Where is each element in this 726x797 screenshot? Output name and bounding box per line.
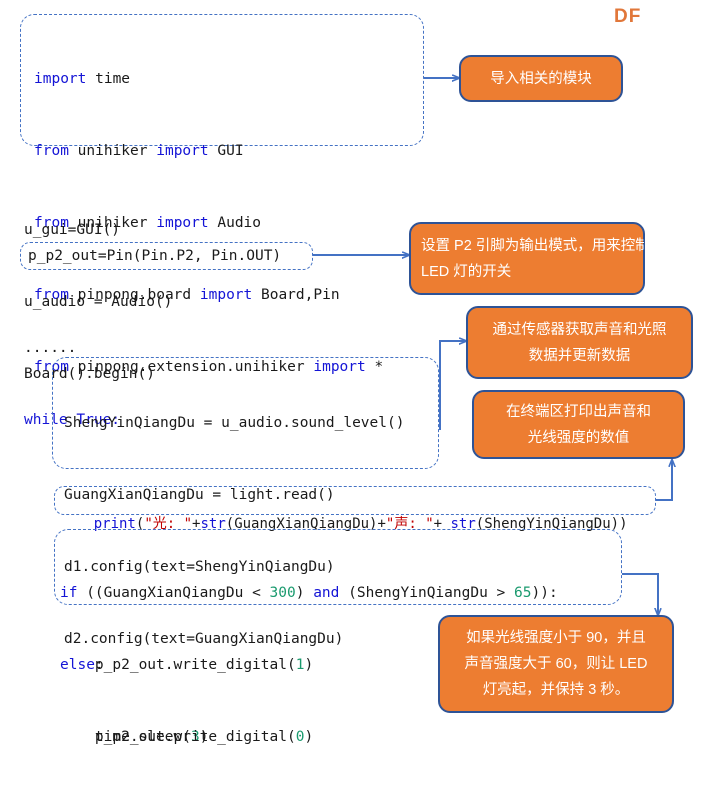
callout-line: 灯亮起，并保持 3 秒。 <box>482 682 630 698</box>
if-threshold-sound: 65 <box>514 585 532 601</box>
close-paren: ) <box>304 729 314 745</box>
arrow-print <box>656 460 672 501</box>
if-expr-c: (ShengYinQiangDu > <box>339 585 515 601</box>
p2-code-line: p_p2_out=Pin(Pin.P2, Pin.OUT) <box>28 248 282 264</box>
callout-line: 通过传感器获取声音和光照 <box>492 321 667 338</box>
df-logo: DF <box>614 6 642 27</box>
callout-line: 设置 P2 引脚为输出模式，用来控制 <box>421 237 650 254</box>
callout-line: 光线强度的数值 <box>527 429 630 446</box>
callout-led-condition: 如果光线强度小于 90，并且 声音强度大于 60，则让 LED 灯亮起，并保持 … <box>438 615 674 713</box>
callout-line: 在终端区打印出声音和 <box>506 403 651 420</box>
code-line: from unihiker import GUI <box>34 143 244 159</box>
if-expr-b: ) <box>295 585 314 601</box>
callout-p2-output-mode: 设置 P2 引脚为输出模式，用来控制 LED 灯的开关 <box>409 222 650 295</box>
code-line: if ((GuangXianQiangDu < 300) and (ShengY… <box>60 581 558 605</box>
if-expr-a: ((GuangXianQiangDu < <box>77 585 270 601</box>
and-keyword: and <box>313 585 340 601</box>
callout-import-modules: 导入相关的模块 <box>459 55 623 102</box>
arrow-condition <box>622 573 658 615</box>
callout-line: LED 灯的开关 <box>421 263 512 280</box>
else-colon: : <box>94 657 104 673</box>
callout-line: 数据并更新数据 <box>528 347 631 364</box>
code-line: u_gui=GUI() <box>24 222 121 238</box>
code-line: else: <box>60 653 313 677</box>
callout-line: 导入相关的模块 <box>490 70 592 87</box>
slide-canvas: DF import time from unihiker import GUI … <box>0 0 726 745</box>
code-line: ShengYinQiangDu = u_audio.sound_level() <box>64 415 405 431</box>
callout-line: 如果光线强度小于 90，并且 <box>466 630 646 646</box>
callout-read-sensors: 通过传感器获取声音和光照 数据并更新数据 <box>466 306 693 379</box>
else-keyword: else <box>60 657 95 673</box>
arrow-sensors <box>439 341 466 430</box>
code-line: p_p2_out.write_digital(0) <box>60 725 313 749</box>
if-expr-d: )): <box>531 585 558 601</box>
callout-line: 声音强度大于 60，则让 LED <box>464 656 648 672</box>
if-threshold-light: 300 <box>269 585 296 601</box>
else-code: else: p_p2_out.write_digital(0) <box>60 605 313 797</box>
if-keyword: if <box>60 585 78 601</box>
code-line: import time <box>34 71 131 87</box>
callout-terminal-print: 在终端区打印出声音和 光线强度的数值 <box>472 390 685 459</box>
write-digital-call: p_p2_out.write_digital( <box>60 729 296 745</box>
